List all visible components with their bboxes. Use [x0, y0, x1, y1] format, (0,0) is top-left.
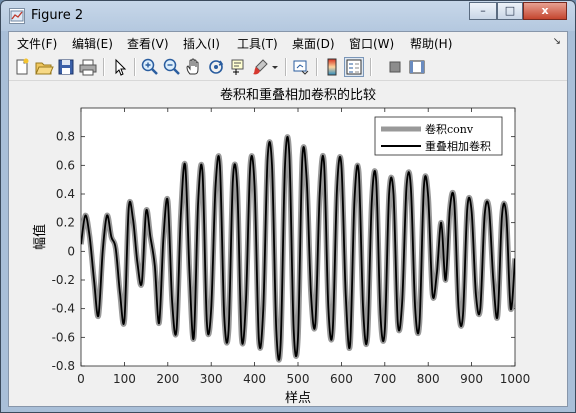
legend[interactable]: 卷积conv 重叠相加卷积	[374, 116, 503, 156]
pan-hand-icon[interactable]	[184, 57, 204, 77]
matlab-figure-icon	[9, 8, 25, 24]
y-tick-label: 0.8	[56, 130, 75, 144]
menu-overflow-arrow[interactable]: ↘	[553, 36, 561, 47]
x-tick-label: 100	[113, 372, 136, 386]
save-icon[interactable]	[56, 57, 76, 77]
dropdown-arrow-icon[interactable]	[270, 57, 280, 77]
menu-view[interactable]: 查看(V)	[127, 35, 169, 52]
legend-label-conv: 卷积conv	[425, 122, 474, 136]
toolbar-separator	[134, 58, 136, 76]
y-tick-label: -0.6	[52, 330, 75, 344]
new-figure-icon[interactable]	[12, 57, 32, 77]
zoom-in-icon[interactable]	[140, 57, 160, 77]
figure-client-area: 文件(F) 编辑(E) 查看(V) 插入(I) 工具(T) 桌面(D) 窗口(W…	[8, 31, 568, 407]
y-tick-label: 0	[67, 244, 75, 258]
toolbar-separator	[285, 58, 287, 76]
x-tick-label: 0	[77, 372, 85, 386]
show-plot-tools-icon[interactable]	[407, 57, 427, 77]
menu-tools[interactable]: 工具(T)	[237, 35, 278, 52]
y-tick-label: -0.8	[52, 359, 75, 373]
y-axis-label: 幅值	[32, 224, 48, 250]
y-tick-label: 0.2	[56, 216, 75, 230]
x-axis-label: 样点	[285, 391, 311, 406]
link-plot-icon[interactable]	[291, 57, 311, 77]
figure-canvas: 卷积和重叠相加卷积的比较 0 100 200 300 400 500 600 700 800 90…	[9, 81, 567, 406]
toolbar-separator	[316, 58, 318, 76]
print-icon[interactable]	[78, 57, 98, 77]
maximize-button[interactable]: □	[497, 2, 523, 20]
menu-bar: 文件(F) 编辑(E) 查看(V) 插入(I) 工具(T) 桌面(D) 窗口(W…	[9, 32, 567, 54]
data-cursor-icon[interactable]	[228, 57, 248, 77]
toolbar-separator	[103, 58, 105, 76]
brush-icon[interactable]	[250, 57, 270, 77]
x-tick-label: 300	[200, 372, 223, 386]
menu-edit[interactable]: 编辑(E)	[72, 35, 113, 52]
edit-plot-arrow-icon[interactable]	[110, 57, 130, 77]
hide-plot-tools-icon[interactable]	[385, 57, 405, 77]
y-tick-label: -0.4	[52, 302, 75, 316]
menu-help[interactable]: 帮助(H)	[410, 35, 452, 52]
window-title: Figure 2	[31, 8, 84, 23]
title-bar[interactable]: Figure 2 – □ x	[1, 1, 575, 31]
x-tick-label: 600	[330, 372, 353, 386]
x-tick-label: 400	[243, 372, 266, 386]
y-tick-label: 0.4	[56, 187, 75, 201]
x-tick-label: 900	[460, 372, 483, 386]
chart-title: 卷积和重叠相加卷积的比较	[220, 87, 376, 103]
menu-window[interactable]: 窗口(W)	[349, 35, 394, 52]
menu-insert[interactable]: 插入(I)	[183, 35, 220, 52]
zoom-out-icon[interactable]	[162, 57, 182, 77]
figure-toolbar	[9, 54, 567, 81]
menu-file[interactable]: 文件(F)	[17, 35, 57, 52]
figure-window: Figure 2 – □ x 文件(F) 编辑(E) 查看(V) 插入(I) 工…	[0, 0, 576, 413]
plot-svg: 卷积和重叠相加卷积的比较 0 100 200 300 400 500 600 700 800 90…	[32, 87, 531, 406]
x-tick-label: 800	[417, 372, 440, 386]
colorbar-icon[interactable]	[322, 57, 342, 77]
legend-icon[interactable]	[344, 57, 364, 77]
x-tick-label: 200	[156, 372, 179, 386]
x-tick-label: 1000	[500, 372, 531, 386]
toolbar-separator	[370, 58, 372, 76]
menu-desktop[interactable]: 桌面(D)	[292, 35, 335, 52]
open-file-icon[interactable]	[34, 57, 54, 77]
rotate-3d-icon[interactable]	[206, 57, 226, 77]
y-tick-label: -0.2	[52, 273, 75, 287]
x-tick-label: 500	[287, 372, 310, 386]
legend-label-overlap: 重叠相加卷积	[425, 139, 491, 153]
x-tick-label: 700	[373, 372, 396, 386]
minimize-button[interactable]: –	[469, 2, 497, 20]
y-tick-label: 0.6	[56, 158, 75, 172]
close-button[interactable]: x	[523, 2, 567, 20]
